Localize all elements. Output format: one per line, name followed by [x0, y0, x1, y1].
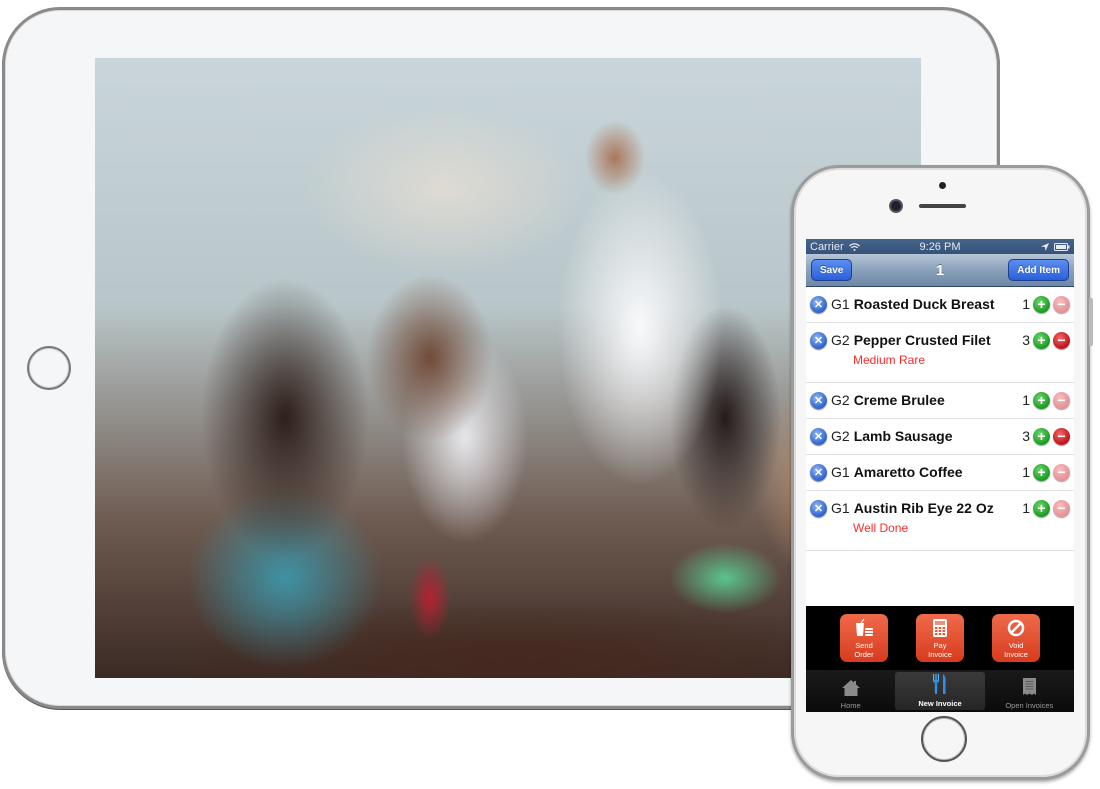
- tab-open-invoices[interactable]: Open Invoices: [985, 670, 1074, 712]
- seat-label: G2: [831, 428, 850, 444]
- item-name: Roasted Duck Breast: [853, 296, 995, 312]
- order-list: ✕ G1 Roasted Duck Breast 1 + − ✕ G2 Pepper Crust…: [806, 287, 1074, 551]
- seat-label: G1: [831, 464, 850, 480]
- order-row[interactable]: ✕ G2 Pepper Crusted Filet 3 + − Medium Rare: [806, 323, 1074, 383]
- phone-home-button[interactable]: [921, 716, 967, 762]
- home-icon: [841, 680, 860, 698]
- delete-item-icon[interactable]: ✕: [810, 391, 827, 409]
- delete-item-icon[interactable]: ✕: [810, 331, 827, 349]
- tab-home[interactable]: Home: [806, 670, 895, 712]
- send-order-label-2: Order: [854, 650, 874, 659]
- order-row[interactable]: ✕ G1 Roasted Duck Breast 1 + −: [806, 287, 1074, 323]
- order-row-main: ✕ G1 Amaretto Coffee 1 + −: [810, 455, 1070, 489]
- item-quantity: 1: [1022, 464, 1030, 480]
- seat-label: G2: [831, 332, 850, 348]
- void-invoice-button[interactable]: Void Invoice: [992, 614, 1040, 662]
- ipad-home-button[interactable]: [27, 346, 71, 390]
- add-item-button[interactable]: Add Item: [1008, 259, 1069, 281]
- item-name: Creme Brulee: [853, 392, 945, 408]
- decrease-quantity-icon[interactable]: −: [1053, 295, 1070, 313]
- iphone-device: Carrier 9:26 PM Save 1 Add Item ✕ G1 Roa…: [791, 165, 1093, 780]
- item-name: Austin Rib Eye 22 Oz: [853, 500, 994, 516]
- order-row[interactable]: ✕ G1 Austin Rib Eye 22 Oz 1 + − Well Done: [806, 491, 1074, 551]
- delete-item-icon[interactable]: ✕: [810, 499, 827, 517]
- order-row[interactable]: ✕ G1 Amaretto Coffee 1 + −: [806, 455, 1074, 491]
- increase-quantity-icon[interactable]: +: [1033, 463, 1050, 481]
- phone-screen: Carrier 9:26 PM Save 1 Add Item ✕ G1 Roa…: [806, 239, 1074, 712]
- increase-quantity-icon[interactable]: +: [1033, 499, 1050, 517]
- decrease-quantity-icon[interactable]: −: [1053, 463, 1070, 481]
- delete-item-icon[interactable]: ✕: [810, 295, 827, 313]
- calculator-icon: [933, 619, 947, 639]
- item-quantity: 3: [1022, 332, 1030, 348]
- order-row[interactable]: ✕ G2 Lamb Sausage 3 + −: [806, 419, 1074, 455]
- action-bar: Send Order Pay Invoice Void Invoice: [806, 606, 1074, 670]
- seat-label: G1: [831, 296, 850, 312]
- receipt-icon: [1022, 678, 1036, 698]
- order-row-main: ✕ G1 Austin Rib Eye 22 Oz 1 + −: [810, 491, 1070, 525]
- phone-speaker: [919, 204, 966, 208]
- location-arrow-icon: [1041, 242, 1049, 251]
- pay-invoice-label-2: Invoice: [928, 650, 952, 659]
- item-name: Amaretto Coffee: [853, 464, 963, 480]
- wifi-icon: [848, 242, 860, 251]
- increase-quantity-icon[interactable]: +: [1033, 295, 1050, 313]
- decrease-quantity-icon[interactable]: −: [1053, 427, 1070, 445]
- phone-sensor: [939, 182, 946, 189]
- decrease-quantity-icon[interactable]: −: [1053, 499, 1070, 517]
- item-modifier: Well Done: [853, 521, 909, 535]
- item-quantity: 1: [1022, 500, 1030, 516]
- item-quantity: 1: [1022, 296, 1030, 312]
- order-row[interactable]: ✕ G2 Creme Brulee 1 + −: [806, 383, 1074, 419]
- save-button[interactable]: Save: [811, 259, 853, 281]
- delete-item-icon[interactable]: ✕: [810, 427, 827, 445]
- tab-open-invoices-label: Open Invoices: [1005, 701, 1054, 710]
- increase-quantity-icon[interactable]: +: [1033, 331, 1050, 349]
- item-name: Lamb Sausage: [853, 428, 953, 444]
- decrease-quantity-icon[interactable]: −: [1053, 331, 1070, 349]
- item-name: Pepper Crusted Filet: [853, 332, 991, 348]
- seat-label: G2: [831, 392, 850, 408]
- prohibited-icon: [1007, 619, 1025, 639]
- void-invoice-label-2: Invoice: [1004, 650, 1028, 659]
- order-row-main: ✕ G2 Pepper Crusted Filet 3 + −: [810, 323, 1070, 357]
- order-row-main: ✕ G2 Lamb Sausage 3 + −: [810, 419, 1070, 453]
- phone-side-button[interactable]: [1089, 298, 1093, 346]
- delete-item-icon[interactable]: ✕: [810, 463, 827, 481]
- carrier-label: Carrier: [810, 240, 844, 253]
- drink-food-icon: [854, 618, 874, 639]
- item-quantity: 3: [1022, 428, 1030, 444]
- order-row-main: ✕ G1 Roasted Duck Breast 1 + −: [810, 287, 1070, 321]
- decrease-quantity-icon[interactable]: −: [1053, 391, 1070, 409]
- item-modifier: Medium Rare: [853, 353, 926, 367]
- increase-quantity-icon[interactable]: +: [1033, 391, 1050, 409]
- pay-invoice-label-1: Pay: [933, 641, 947, 650]
- send-order-label-1: Send: [855, 641, 873, 650]
- nav-bar: Save 1 Add Item: [806, 254, 1074, 287]
- tab-home-label: Home: [840, 701, 861, 710]
- void-invoice-label-1: Void: [1008, 641, 1024, 650]
- tab-new-invoice[interactable]: New Invoice: [895, 672, 985, 710]
- seat-label: G1: [831, 500, 850, 516]
- item-quantity: 1: [1022, 392, 1030, 408]
- tab-bar: Home New Invoice Open Invoices: [806, 670, 1074, 712]
- status-bar: Carrier 9:26 PM: [806, 239, 1074, 254]
- increase-quantity-icon[interactable]: +: [1033, 427, 1050, 445]
- phone-camera: [891, 201, 901, 211]
- pay-invoice-button[interactable]: Pay Invoice: [916, 614, 964, 662]
- battery-icon: [1054, 242, 1070, 251]
- send-order-button[interactable]: Send Order: [840, 614, 888, 662]
- fork-knife-icon: [931, 674, 949, 696]
- order-row-main: ✕ G2 Creme Brulee 1 + −: [810, 383, 1070, 417]
- tab-new-invoice-label: New Invoice: [918, 699, 962, 708]
